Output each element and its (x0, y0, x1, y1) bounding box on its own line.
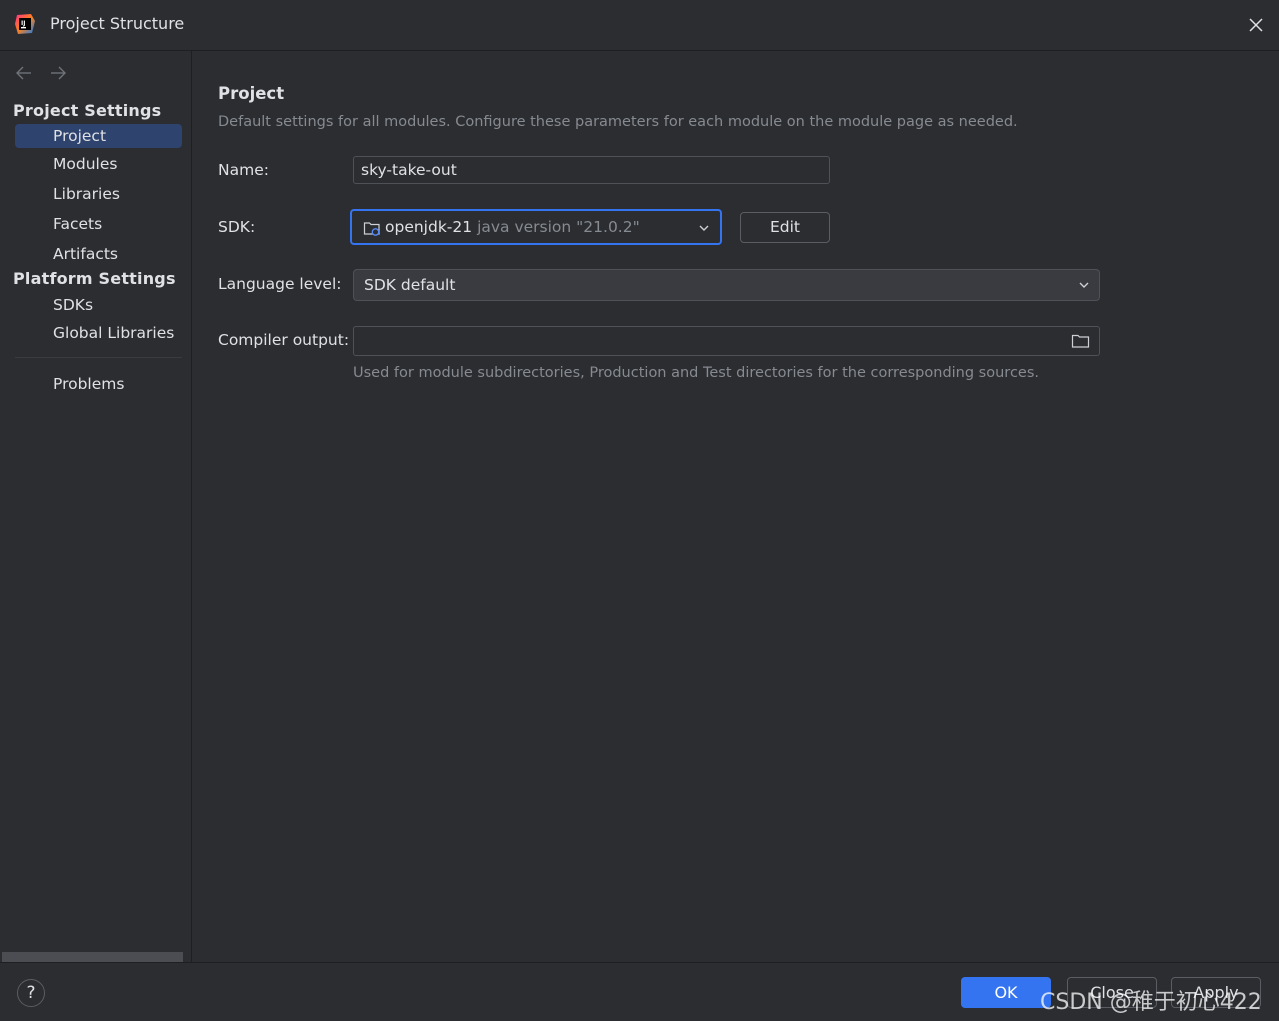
close-button[interactable]: Close (1067, 977, 1157, 1008)
sidebar-item-libraries[interactable]: Libraries (15, 182, 182, 206)
compiler-output-hint: Used for module subdirectories, Producti… (353, 365, 1039, 381)
chevron-down-icon (1079, 282, 1089, 288)
browse-folder-icon[interactable] (1071, 332, 1090, 350)
sdk-version: java version "21.0.2" (477, 218, 640, 236)
page-description: Default settings for all modules. Config… (218, 114, 1018, 130)
section-platform-settings: Platform Settings (13, 269, 176, 288)
sidebar-item-artifacts[interactable]: Artifacts (15, 242, 182, 266)
sidebar: Project Settings Project Modules Librari… (0, 51, 192, 962)
name-input[interactable]: sky-take-out (353, 156, 830, 184)
language-level-label: Language level: (218, 275, 342, 293)
apply-button[interactable]: Apply (1171, 977, 1261, 1008)
sdk-value: openjdk-21 java version "21.0.2" (385, 211, 640, 244)
project-settings-panel: Project Default settings for all modules… (192, 51, 1279, 962)
edit-button-label: Edit (769, 218, 801, 236)
sdk-label: SDK: (218, 218, 256, 236)
forward-arrow-icon[interactable] (48, 63, 68, 83)
project-structure-dialog: IJ Project Structure Project Settings Pr… (0, 0, 1279, 1021)
sdk-combobox[interactable]: openjdk-21 java version "21.0.2" (350, 209, 722, 245)
sidebar-item-facets[interactable]: Facets (15, 212, 182, 236)
help-button[interactable]: ? (17, 979, 45, 1007)
dialog-footer: ? OK Close Apply CSDN @稚于初心422 (0, 962, 1279, 1021)
sidebar-item-global-libraries[interactable]: Global Libraries (15, 321, 182, 345)
chevron-down-icon (699, 225, 709, 231)
section-project-settings: Project Settings (13, 101, 162, 120)
sdk-edit-button[interactable]: Edit (740, 212, 830, 243)
close-icon[interactable] (1245, 14, 1267, 36)
ok-button[interactable]: OK (961, 977, 1051, 1008)
sdk-folder-icon (363, 222, 380, 236)
sidebar-item-problems[interactable]: Problems (15, 372, 182, 396)
svg-text:IJ: IJ (21, 20, 25, 27)
language-level-combobox[interactable]: SDK default (353, 269, 1100, 301)
back-arrow-icon[interactable] (14, 63, 34, 83)
title-bar: IJ Project Structure (0, 0, 1279, 51)
sdk-name: openjdk-21 (385, 218, 473, 236)
nav-arrows (14, 63, 68, 83)
intellij-logo-icon: IJ (15, 14, 35, 34)
page-title: Project (218, 84, 285, 103)
name-label: Name: (218, 161, 269, 179)
sidebar-scrollbar[interactable] (2, 952, 183, 962)
compiler-output-label: Compiler output: (218, 331, 350, 349)
window-title: Project Structure (50, 14, 185, 33)
language-level-value: SDK default (364, 276, 456, 294)
sidebar-item-modules[interactable]: Modules (15, 152, 182, 176)
sidebar-item-sdks[interactable]: SDKs (15, 293, 182, 317)
sidebar-divider (15, 357, 182, 358)
sidebar-item-project[interactable]: Project (15, 124, 182, 148)
compiler-output-input[interactable] (353, 326, 1100, 356)
